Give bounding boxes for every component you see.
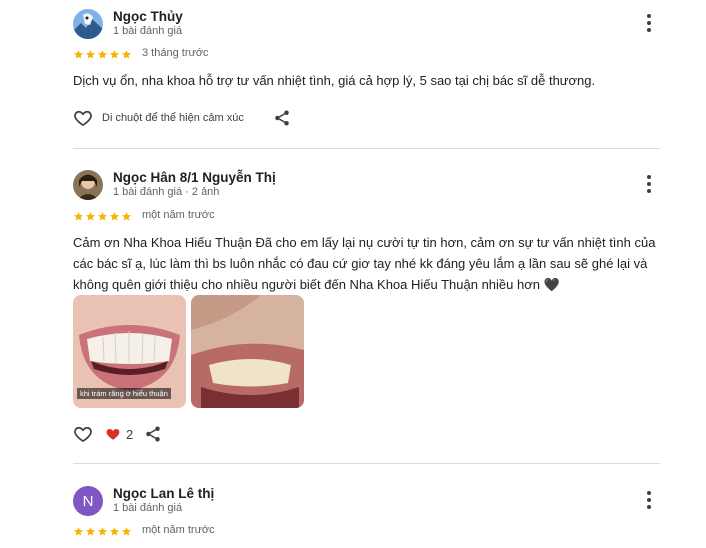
more-vert-icon (647, 491, 651, 495)
avatar[interactable]: N (73, 486, 103, 516)
reviewer-name[interactable]: Ngọc Lan Lê thị (113, 486, 214, 501)
avatar-letter: N (82, 492, 94, 510)
star-icon (121, 526, 132, 537)
star-icon (85, 526, 96, 537)
star-icon (109, 526, 120, 537)
reviewer-meta: 1 bài đánh giá (113, 502, 183, 514)
more-options-button[interactable] (641, 489, 657, 511)
star-icon (97, 526, 108, 537)
review-card: N Ngọc Lan Lê thị 1 bài đánh giá một năm… (0, 0, 706, 548)
star-icon (73, 526, 84, 537)
review-date: một năm trước (142, 524, 215, 536)
star-rating (73, 526, 132, 537)
